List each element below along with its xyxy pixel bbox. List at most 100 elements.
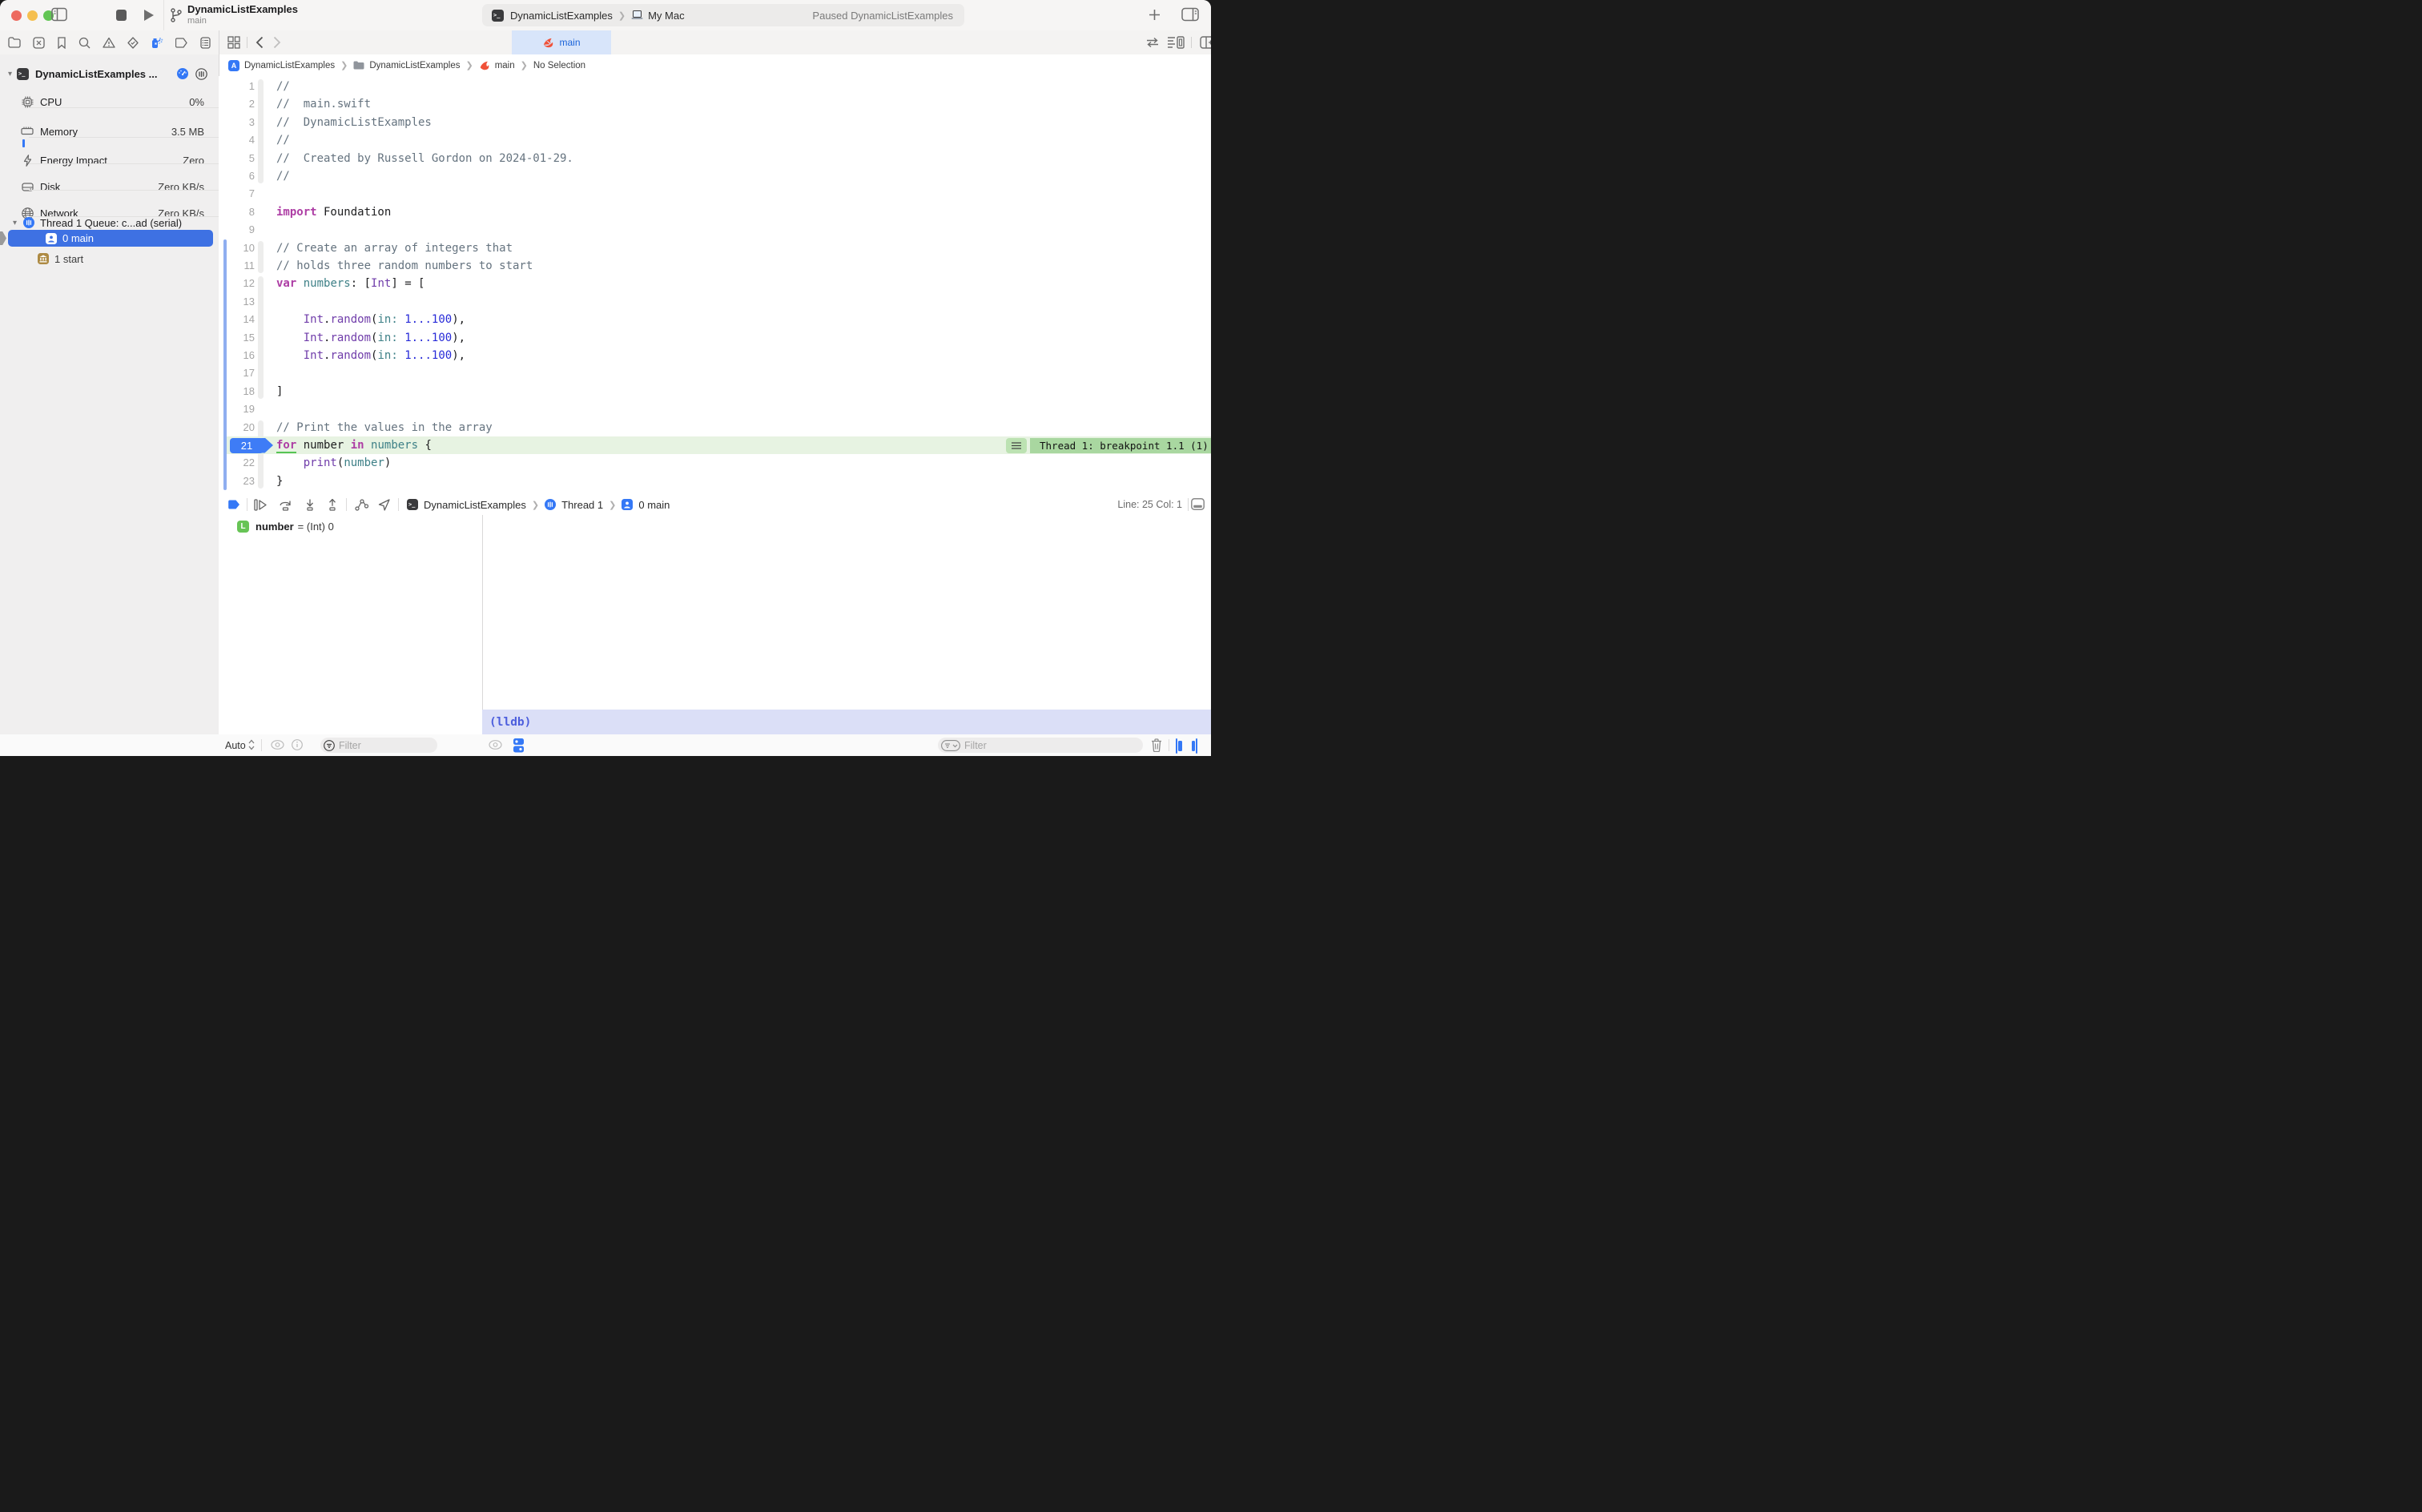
run-button[interactable] <box>143 9 155 22</box>
toggle-navigator-icon[interactable] <box>51 7 67 22</box>
toggle-debug-area-icon[interactable] <box>1191 498 1205 510</box>
issue-navigator-icon[interactable] <box>103 37 115 48</box>
sourcecontrol-navigator-icon[interactable] <box>33 37 45 49</box>
line-number[interactable]: 17 <box>219 364 255 382</box>
breakpoints-toggle-icon[interactable] <box>228 500 240 509</box>
code-line-13[interactable]: 13 <box>219 293 1211 311</box>
line-number[interactable]: 14 <box>219 311 255 328</box>
close-window-button[interactable] <box>11 10 22 21</box>
gauge-row-energy-impact[interactable]: Energy ImpactZero <box>0 151 219 170</box>
tab-main[interactable]: main <box>512 30 611 54</box>
gauge-row-memory[interactable]: Memory3.5 MB <box>0 122 219 141</box>
line-number[interactable]: 16 <box>219 347 255 364</box>
source-editor[interactable]: 1//2// main.swift3// DynamicListExamples… <box>219 76 1211 494</box>
debugbar-crumb-thread[interactable]: Thread 1 <box>561 499 603 511</box>
code-line-11[interactable]: 11// holds three random numbers to start <box>219 257 1211 275</box>
add-editor-tab-icon[interactable] <box>1149 9 1161 21</box>
code-line-10[interactable]: 10// Create an array of integers that <box>219 239 1211 257</box>
line-number[interactable]: 10 <box>219 239 255 257</box>
line-number[interactable]: 3 <box>219 114 255 131</box>
line-number[interactable]: 12 <box>219 275 255 292</box>
gauge-row-disk[interactable]: DiskZero KB/s <box>0 177 219 196</box>
debug-view-hierarchy-icon[interactable] <box>355 499 368 511</box>
split-editor-icon[interactable] <box>1200 36 1211 49</box>
code-line-5[interactable]: 5// Created by Russell Gordon on 2024-01… <box>219 150 1211 167</box>
step-out-icon[interactable] <box>327 499 338 511</box>
folder-navigator-icon[interactable] <box>8 37 21 48</box>
scheme-name[interactable]: DynamicListExamples <box>510 10 613 22</box>
code-line-21[interactable]: 21for number in numbers {Thread 1: break… <box>219 436 1211 454</box>
stack-frame-0-main[interactable]: 0 main <box>8 230 213 247</box>
console-quicklook-eye-icon[interactable] <box>489 740 502 750</box>
code-line-14[interactable]: 14 Int.random(in: 1...100), <box>219 311 1211 328</box>
line-number[interactable]: 4 <box>219 131 255 149</box>
clear-console-trash-icon[interactable] <box>1151 738 1162 752</box>
code-line-8[interactable]: 8import Foundation <box>219 203 1211 221</box>
line-number[interactable]: 9 <box>219 221 255 239</box>
minimize-window-button[interactable] <box>27 10 38 21</box>
code-line-9[interactable]: 9 <box>219 221 1211 239</box>
go-back-icon[interactable] <box>255 36 264 49</box>
variables-view[interactable]: L number = (Int) 0 <box>219 515 482 734</box>
code-line-16[interactable]: 16 Int.random(in: 1...100), <box>219 347 1211 364</box>
report-navigator-icon[interactable] <box>200 37 211 49</box>
quicklook-eye-icon[interactable] <box>271 740 284 750</box>
line-number[interactable]: 23 <box>219 472 255 490</box>
code-line-3[interactable]: 3// DynamicListExamples <box>219 114 1211 131</box>
code-line-6[interactable]: 6// <box>219 167 1211 185</box>
line-number[interactable]: 7 <box>219 185 255 203</box>
breakpoint-annotation[interactable]: Thread 1: breakpoint 1.1 (1) <box>1030 438 1211 453</box>
variables-filter-field[interactable]: Filter <box>320 738 437 753</box>
breakpoint-navigator-icon[interactable] <box>175 38 188 48</box>
code-line-1[interactable]: 1// <box>219 78 1211 95</box>
run-destination[interactable]: My Mac <box>648 10 685 22</box>
debug-area-divider[interactable] <box>482 515 483 734</box>
gauge-speedometer-icon[interactable] <box>177 68 188 79</box>
step-over-icon[interactable] <box>279 499 293 511</box>
code-line-2[interactable]: 2// main.swift <box>219 95 1211 113</box>
line-number[interactable]: 13 <box>219 293 255 311</box>
simulate-location-icon[interactable] <box>378 499 390 511</box>
stop-button[interactable] <box>116 10 127 21</box>
jumpbar-selection[interactable]: No Selection <box>533 61 585 70</box>
jumpbar-project[interactable]: DynamicListExamples <box>244 61 335 70</box>
code-line-4[interactable]: 4// <box>219 131 1211 149</box>
disclosure-chevron-icon[interactable]: ▾ <box>8 70 12 78</box>
editor-grid-icon[interactable] <box>227 36 240 49</box>
variable-row[interactable]: L number = (Int) 0 <box>237 521 334 533</box>
test-navigator-icon[interactable] <box>127 37 139 49</box>
breakpoint-marker[interactable]: 21 <box>230 438 264 453</box>
code-line-22[interactable]: 22 print(number) <box>219 454 1211 472</box>
scope-selector[interactable]: Auto <box>225 740 246 751</box>
console-filter-field[interactable]: Filter <box>938 738 1143 753</box>
minimap-icon[interactable] <box>1167 36 1185 49</box>
code-line-20[interactable]: 20// Print the values in the array <box>219 419 1211 436</box>
code-line-17[interactable]: 17 <box>219 364 1211 382</box>
line-number[interactable]: 20 <box>219 419 255 436</box>
toggle-inspector-icon[interactable] <box>1181 7 1199 22</box>
bookmark-navigator-icon[interactable] <box>57 37 66 49</box>
code-line-15[interactable]: 15 Int.random(in: 1...100), <box>219 329 1211 347</box>
disclosure-chevron-icon[interactable]: ▾ <box>13 219 17 227</box>
jumpbar-group[interactable]: DynamicListExamples <box>369 61 460 70</box>
go-forward-icon[interactable] <box>273 36 281 49</box>
line-number[interactable]: 1 <box>219 78 255 95</box>
activity-view[interactable]: >_ DynamicListExamples ❯ My Mac Paused D… <box>482 4 964 26</box>
line-number[interactable]: 22 <box>219 454 255 472</box>
line-number[interactable]: 8 <box>219 203 255 221</box>
show-variables-view-icon[interactable] <box>1176 738 1177 754</box>
line-number[interactable]: 11 <box>219 257 255 275</box>
scope-stepper-icon[interactable] <box>248 738 255 751</box>
line-number[interactable]: 18 <box>219 383 255 400</box>
code-line-7[interactable]: 7 <box>219 185 1211 203</box>
line-number[interactable]: 19 <box>219 400 255 418</box>
code-line-23[interactable]: 23} <box>219 472 1211 490</box>
threads-view-icon[interactable] <box>195 68 207 80</box>
code-line-19[interactable]: 19 <box>219 400 1211 418</box>
show-console-view-icon[interactable] <box>1196 738 1197 754</box>
project-gauge-header[interactable]: ▾ >_ DynamicListExamples ... <box>0 64 219 83</box>
debugbar-crumb-frame[interactable]: 0 main <box>638 499 670 511</box>
jumpbar-file[interactable]: main <box>495 61 515 70</box>
line-number[interactable]: 15 <box>219 329 255 347</box>
continue-execution-icon[interactable] <box>254 499 268 511</box>
